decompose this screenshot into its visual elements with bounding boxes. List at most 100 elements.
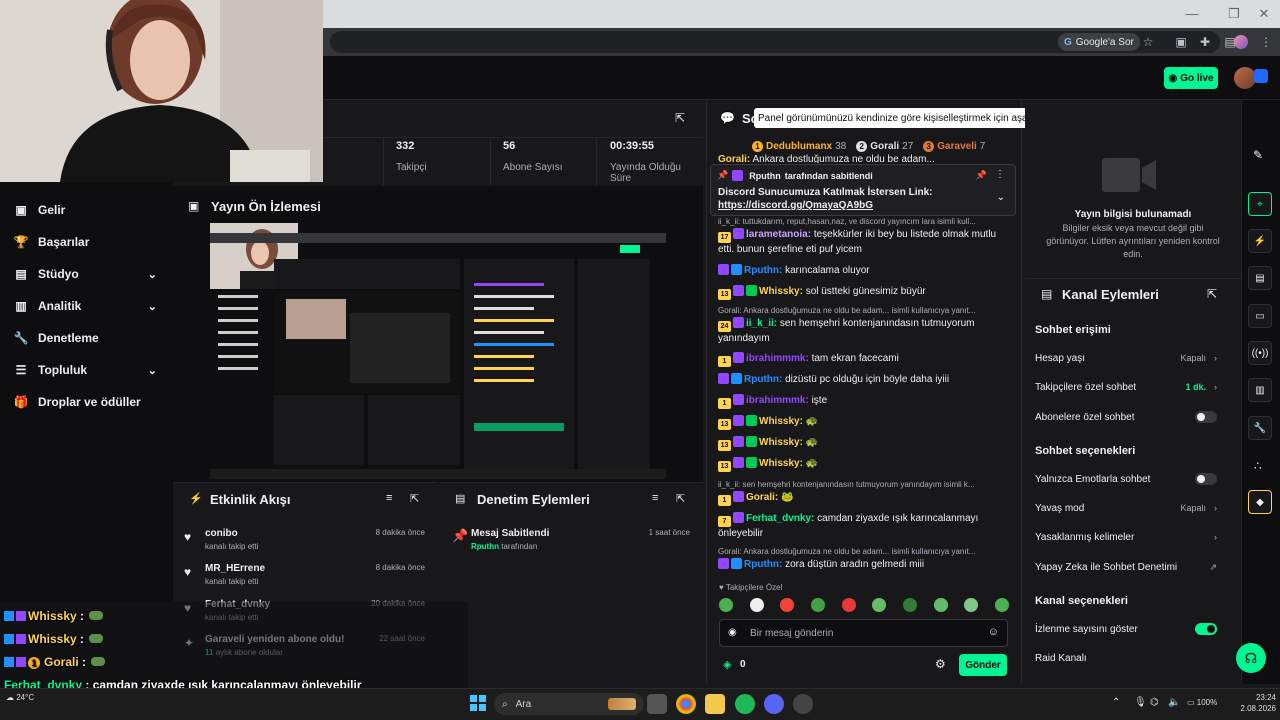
shield-action-icon[interactable]: ◆ bbox=[1248, 490, 1272, 514]
chat-message[interactable]: 13 Whissky: 🐢 bbox=[718, 436, 1008, 451]
emote-icon[interactable] bbox=[933, 598, 948, 612]
filter-icon[interactable]: ≡ bbox=[652, 492, 658, 504]
chat-leaderboard: 1 Dedublumanx 38 2 Gorali 27 3 Garaveli 7 bbox=[752, 139, 1012, 153]
emote-icon[interactable] bbox=[964, 598, 979, 612]
minimize-icon[interactable]: — bbox=[1184, 6, 1200, 22]
bookmark-star-icon[interactable]: ☆ bbox=[1140, 34, 1156, 50]
popout-icon[interactable]: ⇱ bbox=[1207, 287, 1217, 301]
chevron-up-icon[interactable]: ⌃ bbox=[1112, 697, 1120, 708]
nav-item-5[interactable]: ☰ Topluluk ⌄ bbox=[0, 354, 173, 386]
close-icon[interactable]: ✕ bbox=[1256, 6, 1272, 22]
emote-icon[interactable] bbox=[810, 598, 825, 612]
banned-words-row[interactable]: Yasaklanmış kelimeler › bbox=[1035, 529, 1227, 545]
battery-indicator[interactable]: ▭ 100% bbox=[1187, 698, 1217, 707]
google-ask-button[interactable]: G Google'a Sor bbox=[1058, 33, 1140, 51]
spotify-icon[interactable] bbox=[735, 694, 755, 714]
ai-mod-row[interactable]: Yapay Zeka ile Sohbet Denetimi ⇗ bbox=[1035, 559, 1227, 575]
follower-only-row[interactable]: Takipçilere özel sohbet 1 dk. › bbox=[1035, 379, 1227, 395]
slow-mode-row[interactable]: Yavaş mod Kapalı › bbox=[1035, 500, 1227, 516]
chat-message[interactable]: 13 Whissky: sol üstteki günesimiz büyür bbox=[718, 285, 1008, 300]
chat-message[interactable]: 17 larametanoia: teşekkürler iki bey bu l… bbox=[718, 228, 1008, 256]
chrome-icon[interactable] bbox=[676, 694, 696, 714]
chat-message[interactable]: 1 ibrahimmmk: tam ekran facecami bbox=[718, 352, 1008, 367]
emote-icon[interactable] bbox=[719, 598, 733, 612]
emote-icon[interactable] bbox=[841, 598, 856, 612]
activity-item[interactable]: MR_HErrene kanalı takip etti 8 dakika önce bbox=[205, 563, 431, 599]
google-icon: G bbox=[1064, 36, 1072, 48]
profile-avatar[interactable] bbox=[1234, 35, 1248, 49]
obs-icon[interactable] bbox=[793, 694, 813, 714]
raid-row[interactable]: Raid Kanalı bbox=[1035, 650, 1227, 666]
broadcast-action-icon[interactable]: ((•)) bbox=[1248, 341, 1272, 365]
weather-widget[interactable]: ☁ 24°C bbox=[6, 693, 34, 702]
chat-message[interactable]: 13 Whissky: 🐢 bbox=[718, 415, 1008, 430]
microphone-icon[interactable]: 🎙 bbox=[1134, 697, 1147, 708]
puzzle-icon[interactable]: ✚ bbox=[1197, 34, 1213, 50]
nav-item-6[interactable]: 🎁 Droplar ve ödüller bbox=[0, 386, 173, 418]
more-menu-icon[interactable]: ⋮ bbox=[1258, 34, 1274, 50]
discord-icon[interactable] bbox=[764, 694, 784, 714]
emote-icon[interactable] bbox=[902, 598, 917, 612]
chat-message[interactable]: 24 ii_k_ii: sen hemşehri kontenjanındasın… bbox=[718, 317, 1008, 345]
viewer-count-toggle[interactable] bbox=[1195, 623, 1217, 635]
leaderboard-entry[interactable]: 1 Dedublumanx 38 bbox=[752, 139, 846, 153]
taskbar-search[interactable]: ⌕ Ara bbox=[494, 693, 644, 715]
activity-item[interactable]: conibo kanalı takip etti 8 dakika önce bbox=[205, 528, 431, 564]
emote-icon[interactable] bbox=[994, 598, 1009, 612]
popout-icon[interactable]: ⇱ bbox=[676, 492, 685, 505]
network-icon[interactable]: ⌬ bbox=[1150, 697, 1159, 708]
account-age-row[interactable]: Hesap yaşı Kapalı › bbox=[1035, 350, 1227, 366]
nav-item-2[interactable]: ▤ Stüdyo ⌄ bbox=[0, 258, 173, 290]
edit-pencil-icon[interactable]: ✎ bbox=[1253, 148, 1263, 162]
chat-message[interactable]: 13 Whissky: 🐢 bbox=[718, 457, 1008, 472]
nav-item-0[interactable]: ▣ Gelir bbox=[0, 194, 173, 226]
emote-only-toggle[interactable] bbox=[1195, 473, 1217, 485]
nav-item-1[interactable]: 🏆 Başarılar bbox=[0, 226, 173, 258]
windows-start-icon[interactable] bbox=[470, 695, 486, 711]
layout-action-icon[interactable]: ▥ bbox=[1248, 378, 1272, 402]
file-explorer-icon[interactable] bbox=[705, 694, 725, 714]
leaderboard-entry[interactable]: 2 Gorali 27 bbox=[856, 139, 913, 153]
screenshot-action-icon[interactable]: ⌖ bbox=[1248, 192, 1272, 216]
nav-item-3[interactable]: ▥ Analitik ⌄ bbox=[0, 290, 173, 322]
chat-message[interactable]: Rputhn: zora düştün aradın gelmedi miii bbox=[718, 558, 1008, 571]
chat-input[interactable]: ◉ Bir mesaj gönderin ☺ bbox=[719, 619, 1008, 647]
popout-icon[interactable]: ⇱ bbox=[675, 111, 685, 125]
popout-icon[interactable]: ⇱ bbox=[410, 492, 419, 505]
go-live-button[interactable]: ◉ Go live bbox=[1164, 67, 1218, 89]
nav-item-4[interactable]: 🔧 Denetleme bbox=[0, 322, 173, 354]
lightning-action-icon[interactable]: ⚡ bbox=[1248, 229, 1272, 253]
extension-icon[interactable]: ▣ bbox=[1173, 34, 1189, 50]
notes-action-icon[interactable]: ▤ bbox=[1248, 266, 1272, 290]
unpin-icon[interactable]: 📌 bbox=[976, 170, 987, 181]
sub-only-toggle[interactable] bbox=[1195, 411, 1217, 423]
filter-icon[interactable]: ≡ bbox=[386, 492, 392, 504]
channel-points-icon[interactable]: ◈ bbox=[723, 658, 731, 671]
maximize-icon[interactable]: ❐ bbox=[1226, 6, 1242, 22]
send-button[interactable]: Gönder bbox=[959, 654, 1007, 676]
clock[interactable]: 23:24 2.08.2026 bbox=[1228, 692, 1276, 714]
chat-message[interactable]: 1 Gorali: 🐸 bbox=[718, 491, 1008, 506]
emoji-icon[interactable]: ☺ bbox=[988, 626, 999, 638]
stream-preview-video[interactable] bbox=[210, 223, 666, 479]
pinned-message[interactable]: 📌 Rputhn tarafından sabitlendi 📌 ⋮ Disco… bbox=[710, 164, 1016, 216]
chat-message[interactable]: Rputhn: dizüstü pc olduğu için böyle dah… bbox=[718, 373, 1008, 386]
chat-message[interactable]: Rputhn: karıncalama oluyor bbox=[718, 264, 1008, 277]
pinned-link[interactable]: https://discord.gg/QmayaQA9bG bbox=[718, 200, 873, 211]
dots-action-icon[interactable]: ∴ bbox=[1254, 459, 1262, 473]
settings-gear-icon[interactable]: ⚙ bbox=[935, 657, 946, 671]
chevron-down-icon[interactable]: ⌄ bbox=[997, 192, 1005, 203]
chat-message[interactable]: 7 Ferhat_dvnky: camdan ziyaxde ışık karın… bbox=[718, 512, 1008, 540]
emote-icon[interactable] bbox=[872, 598, 887, 612]
emote-icon[interactable] bbox=[749, 598, 764, 612]
volume-icon[interactable]: 🔈 bbox=[1168, 697, 1180, 708]
chat-action-icon[interactable]: ▭ bbox=[1248, 304, 1272, 328]
task-view-icon[interactable] bbox=[647, 694, 667, 714]
leaderboard-entry[interactable]: 3 Garaveli 7 bbox=[923, 139, 985, 153]
emote-icon[interactable] bbox=[780, 598, 795, 612]
help-bubble-icon[interactable]: ☊ bbox=[1236, 643, 1266, 673]
wrench-action-icon[interactable]: 🔧 bbox=[1248, 416, 1272, 440]
chat-message[interactable]: 1 ibrahimmmk: işte bbox=[718, 394, 1008, 409]
user-avatar[interactable] bbox=[1234, 67, 1256, 89]
more-icon[interactable]: ⋮ bbox=[995, 169, 1005, 180]
